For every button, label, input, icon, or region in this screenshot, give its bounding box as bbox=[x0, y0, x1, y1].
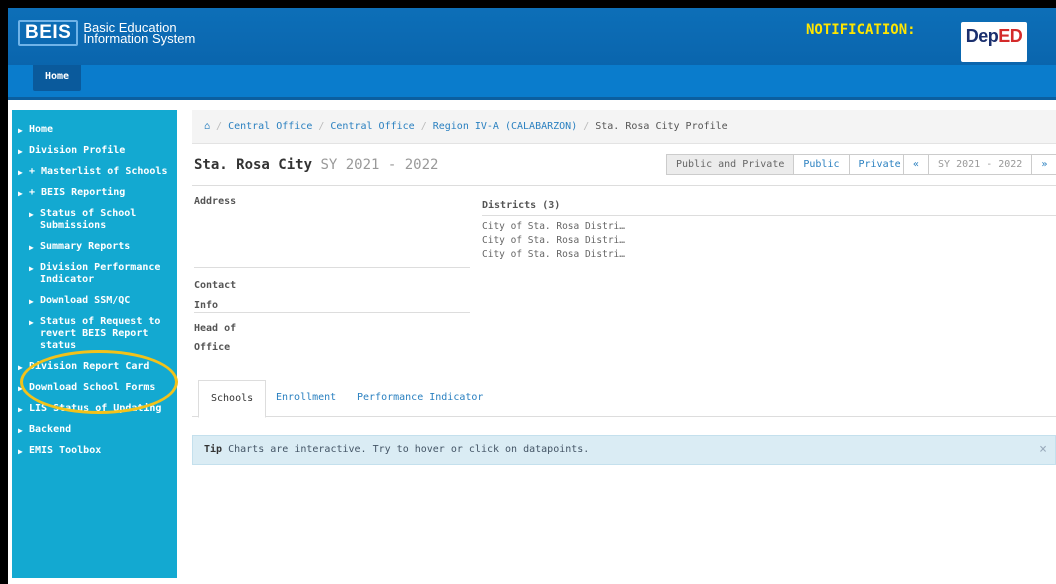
breadcrumb-item[interactable]: Central Office bbox=[330, 121, 414, 132]
tip-text: Charts are interactive. Try to hover or … bbox=[228, 444, 590, 455]
sidebar-item-emis-toolbox[interactable]: ▶ EMIS Toolbox bbox=[12, 441, 177, 462]
caret-right-icon: ▶ bbox=[29, 318, 34, 327]
breadcrumb-item[interactable]: Central Office bbox=[228, 121, 312, 132]
tab-bar: Schools Enrollment Performance Indicator bbox=[192, 380, 1056, 418]
tab-enrollment[interactable]: Enrollment bbox=[264, 380, 348, 417]
title-row: Sta. Rosa City SY 2021 - 2022 Public and… bbox=[192, 144, 1056, 186]
sy-selector[interactable]: SY 2021 - 2022 bbox=[928, 154, 1033, 175]
tab-schools[interactable]: Schools bbox=[198, 380, 267, 418]
caret-right-icon: ▶ bbox=[18, 384, 23, 393]
app-window: BEIS Basic Education Information System … bbox=[8, 8, 1056, 584]
tab-performance-indicator[interactable]: Performance Indicator bbox=[345, 380, 495, 417]
page-sy: SY 2021 - 2022 bbox=[320, 157, 439, 173]
sidebar-item-download-forms[interactable]: ▶ Download School Forms bbox=[12, 378, 177, 399]
public-and-private-button[interactable]: Public and Private bbox=[666, 154, 795, 175]
sidebar-item-download-ssm[interactable]: ▶ Download SSM/QC bbox=[12, 291, 177, 312]
caret-right-icon: ▶ bbox=[18, 426, 23, 435]
logo-line-2: Information System bbox=[83, 31, 196, 46]
districts-heading: Districts (3) bbox=[482, 192, 1056, 216]
prev-sy-button[interactable]: « bbox=[903, 154, 930, 175]
caret-right-icon: ▶ bbox=[18, 189, 23, 198]
private-button[interactable]: Private bbox=[848, 154, 911, 175]
district-item[interactable]: City of Sta. Rosa Distri… bbox=[482, 220, 1056, 234]
sidebar-item-home[interactable]: ▶ Home bbox=[12, 120, 177, 141]
head-of-office-field: Head of Office bbox=[194, 323, 237, 353]
profile-fields: Address Contact Info Head of Office bbox=[194, 186, 470, 358]
caret-right-icon: ▶ bbox=[29, 210, 34, 219]
sidebar-item-summary-reports[interactable]: ▶ Summary Reports bbox=[12, 237, 177, 258]
sector-filter: Public and Private Public Private bbox=[666, 154, 911, 175]
tip-label: Tip bbox=[204, 444, 223, 455]
caret-right-icon: ▶ bbox=[18, 447, 23, 456]
address-field: Address bbox=[194, 186, 470, 268]
sy-filter: « SY 2021 - 2022 » bbox=[903, 154, 1056, 175]
tip-alert: Tip Charts are interactive. Try to hover… bbox=[192, 435, 1056, 465]
sidebar-item-division-profile[interactable]: ▶ Division Profile bbox=[12, 141, 177, 162]
caret-right-icon: ▶ bbox=[29, 243, 34, 252]
breadcrumb-item[interactable]: Region IV-A (CALABARZON) bbox=[433, 121, 578, 132]
main-content: ⌂ / Central Office / Central Office / Region I… bbox=[192, 110, 1056, 465]
next-sy-button[interactable]: » bbox=[1031, 154, 1056, 175]
deped-logo: DepED bbox=[961, 22, 1027, 62]
sidebar-item-revert-request[interactable]: ▶ Status of Request to revert BEIS Report… bbox=[12, 312, 177, 357]
districts-panel: Districts (3) City of Sta. Rosa Distri… … bbox=[482, 186, 1056, 262]
header: BEIS Basic Education Information System … bbox=[8, 8, 1056, 65]
home-icon[interactable]: ⌂ bbox=[204, 121, 210, 132]
contact-field: Contact Info bbox=[194, 268, 470, 313]
caret-right-icon: ▶ bbox=[18, 147, 23, 156]
page-title: Sta. Rosa City SY 2021 - 2022 bbox=[194, 157, 439, 173]
nav-home-button[interactable]: Home bbox=[33, 65, 82, 91]
caret-right-icon: ▶ bbox=[18, 168, 23, 177]
breadcrumb: ⌂ / Central Office / Central Office / Region I… bbox=[192, 110, 1056, 144]
caret-right-icon: ▶ bbox=[18, 126, 23, 135]
beis-logo[interactable]: BEIS Basic Education Information System bbox=[18, 20, 195, 46]
sidebar-item-backend[interactable]: ▶ Backend bbox=[12, 420, 177, 441]
caret-right-icon: ▶ bbox=[18, 363, 23, 372]
logo-short: BEIS bbox=[18, 20, 79, 46]
close-icon[interactable]: × bbox=[1039, 436, 1047, 464]
top-navbar: Home bbox=[8, 65, 1056, 100]
caret-right-icon: ▶ bbox=[29, 264, 34, 273]
breadcrumb-current: Sta. Rosa City Profile bbox=[595, 121, 728, 132]
sidebar-item-masterlist[interactable]: ▶ + Masterlist of Schools bbox=[12, 162, 177, 183]
district-item[interactable]: City of Sta. Rosa Distri… bbox=[482, 234, 1056, 248]
sidebar-item-status-submissions[interactable]: ▶ Status of School Submissions bbox=[12, 204, 177, 237]
caret-right-icon: ▶ bbox=[29, 297, 34, 306]
sidebar: ▶ Home ▶ Division Profile ▶ + Masterlist of… bbox=[12, 110, 177, 578]
district-item[interactable]: City of Sta. Rosa Distri… bbox=[482, 248, 1056, 262]
sidebar-item-division-report-card[interactable]: ▶ Division Report Card bbox=[12, 357, 177, 378]
sidebar-item-beis-reporting[interactable]: ▶ + BEIS Reporting bbox=[12, 183, 177, 204]
public-button[interactable]: Public bbox=[793, 154, 850, 175]
caret-right-icon: ▶ bbox=[18, 405, 23, 414]
sidebar-item-division-performance[interactable]: ▶ Division Performance Indicator bbox=[12, 258, 177, 291]
sidebar-item-lis-status[interactable]: ▶ LIS Status of Updating bbox=[12, 399, 177, 420]
notification-label[interactable]: NOTIFICATION: bbox=[806, 22, 916, 38]
